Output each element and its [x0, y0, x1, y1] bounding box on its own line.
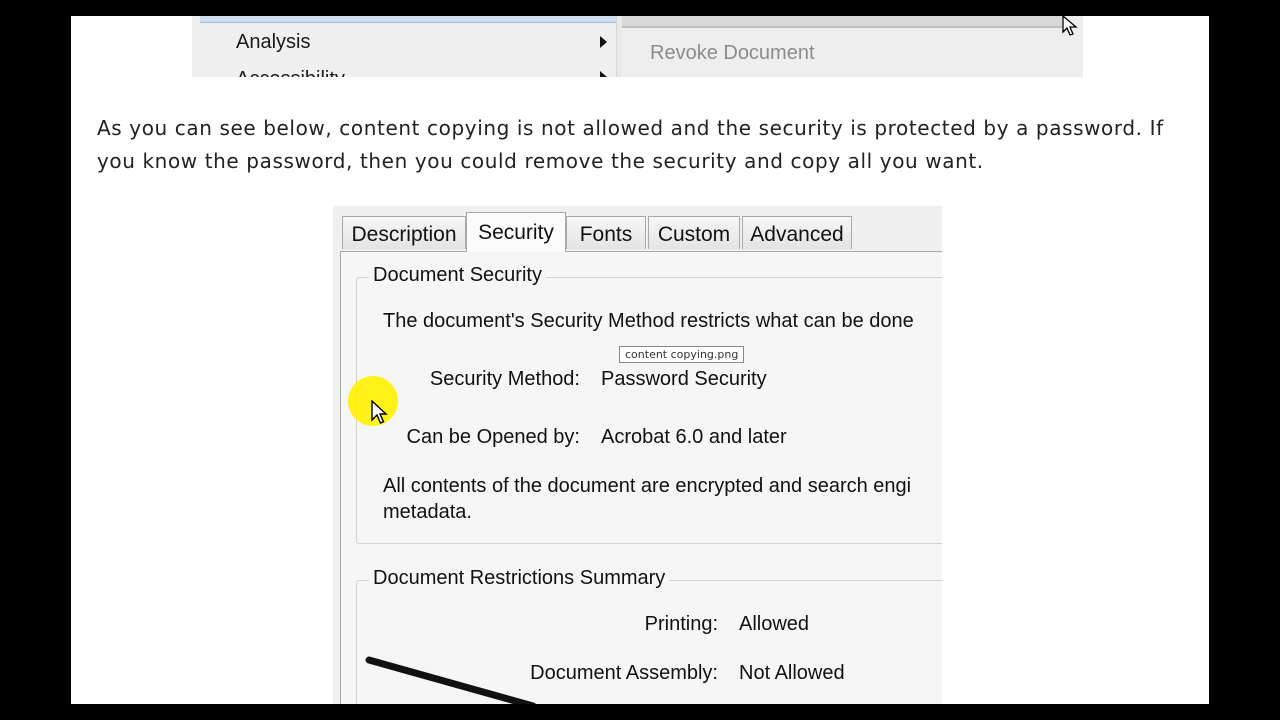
- context-menu: Analysis Accessibility: [192, 16, 617, 77]
- submenu: Revoke Document: [622, 16, 1083, 77]
- article-page: Analysis Accessibility Revoke Document A…: [71, 16, 1209, 704]
- article-paragraph: As you can see below, content copying is…: [97, 116, 1164, 173]
- document-security-title: Document Security: [369, 264, 546, 287]
- security-method-label: Security Method:: [429, 368, 580, 390]
- submenu-arrow-icon: [600, 71, 607, 77]
- tab-advanced[interactable]: Advanced: [742, 216, 852, 249]
- restrictions-title: Document Restrictions Summary: [369, 567, 670, 590]
- document-properties-screenshot: Description Security Fonts Custom Advanc…: [333, 206, 942, 704]
- opened-by-value: Acrobat 6.0 and later: [601, 426, 787, 448]
- opened-by-label: Can be Opened by:: [406, 426, 580, 448]
- tab-security[interactable]: Security: [466, 212, 566, 252]
- printing-label: Printing:: [644, 613, 718, 635]
- tab-description[interactable]: Description: [342, 216, 466, 249]
- menu-item-analysis[interactable]: Analysis: [236, 31, 310, 54]
- submenu-arrow-icon: [600, 36, 607, 48]
- menu-item-accessibility[interactable]: Accessibility: [236, 68, 345, 77]
- menu-item-revoke-document[interactable]: Revoke Document: [650, 42, 815, 65]
- mouse-pointer-icon: [371, 400, 388, 424]
- document-assembly-value: Not Allowed: [739, 662, 845, 684]
- submenu-highlight-bar: [622, 16, 1062, 28]
- mouse-cursor-icon: [1062, 16, 1078, 36]
- menu-screenshot: Analysis Accessibility Revoke Document: [192, 16, 1083, 77]
- image-tooltip: content copying.png: [619, 346, 745, 363]
- tab-fonts[interactable]: Fonts: [566, 216, 646, 249]
- tab-custom[interactable]: Custom: [648, 216, 740, 249]
- annotation-arrow: [365, 656, 536, 704]
- printing-value: Allowed: [739, 613, 810, 635]
- security-intro-text: The document's Security Method restricts…: [383, 310, 914, 332]
- security-method-value: Password Security: [601, 368, 767, 390]
- encryption-note-line1: All contents of the document are encrypt…: [383, 475, 912, 497]
- encryption-note-line2: metadata.: [383, 501, 472, 523]
- menu-highlight-bar: [200, 16, 616, 23]
